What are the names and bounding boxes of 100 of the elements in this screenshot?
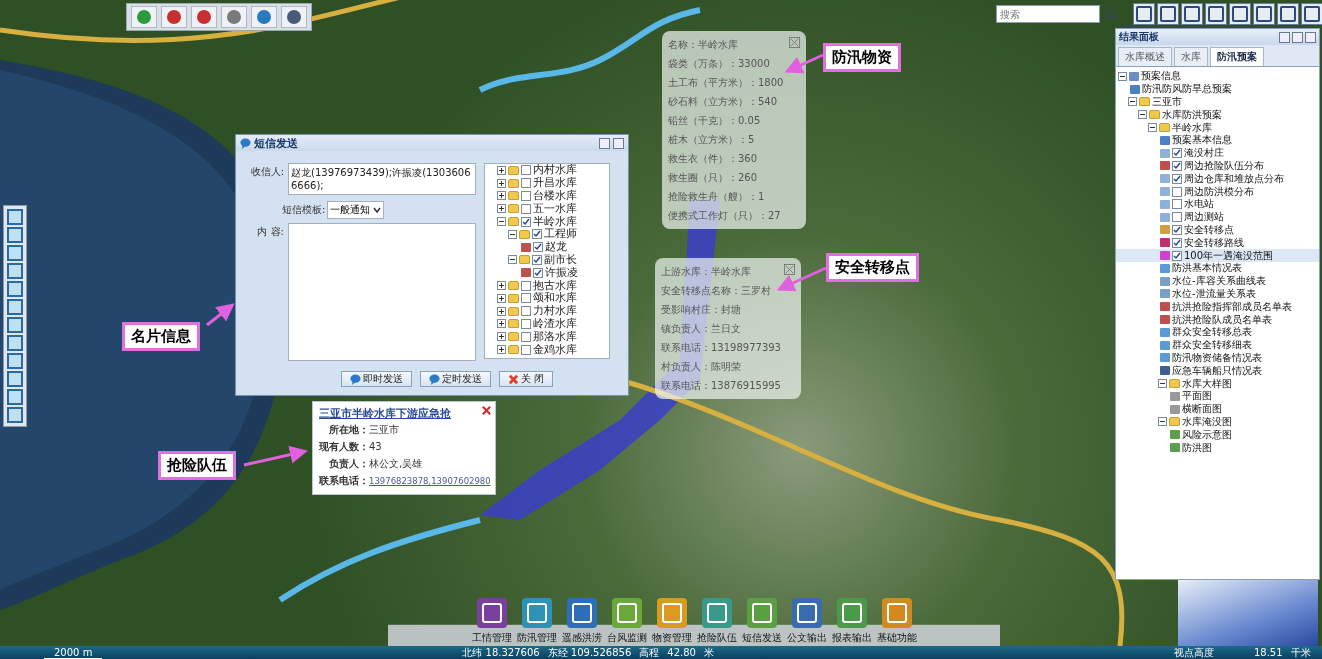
recipients-field[interactable]: 赵龙(13976973439);许振凌(13036066666);: [288, 163, 476, 195]
tool-icon[interactable]: [6, 263, 24, 279]
checkbox[interactable]: [1172, 173, 1182, 184]
tree-item[interactable]: 防汛防风防旱总预案: [1142, 82, 1232, 97]
tree-item[interactable]: 抱古水库: [533, 278, 577, 293]
toolbar-icon[interactable]: [1181, 3, 1203, 25]
tree-item[interactable]: 风险示意图: [1182, 427, 1232, 442]
dialog-button[interactable]: 关 闭: [498, 371, 554, 387]
tree-item[interactable]: 周边测站: [1184, 210, 1224, 225]
toolbar-icon[interactable]: [1301, 3, 1322, 25]
tree-item[interactable]: 许振凌: [545, 265, 578, 280]
toolbar-icon[interactable]: [281, 6, 307, 28]
search-field[interactable]: 搜索: [996, 5, 1100, 23]
tree-item[interactable]: 那洛水库: [533, 329, 577, 344]
tool-icon[interactable]: [6, 353, 24, 369]
checkbox[interactable]: [1172, 212, 1182, 223]
tree-item[interactable]: 预案基本信息: [1172, 133, 1232, 148]
tree-item[interactable]: 平面图: [1182, 389, 1212, 404]
checkbox[interactable]: [532, 254, 542, 265]
tool-icon[interactable]: [6, 371, 24, 387]
tool-icon[interactable]: [6, 299, 24, 315]
dock-item[interactable]: 短信发送: [739, 598, 784, 646]
checkbox[interactable]: [1172, 148, 1182, 159]
tree-item[interactable]: 半岭水库: [533, 214, 577, 229]
dock-item[interactable]: 防汛管理: [514, 598, 559, 646]
dialog-button[interactable]: 定时发送: [419, 371, 491, 387]
toolbar-icon[interactable]: [1205, 3, 1227, 25]
tree-item[interactable]: 周边仓库和堆放点分布: [1184, 171, 1284, 186]
tree-item[interactable]: 水库大样图: [1182, 376, 1232, 391]
toolbar-icon[interactable]: [221, 6, 247, 28]
tool-icon[interactable]: [6, 245, 24, 261]
tool-icon[interactable]: [6, 227, 24, 243]
toolbar-icon[interactable]: [251, 6, 277, 28]
tool-icon[interactable]: [6, 407, 24, 423]
tree-item[interactable]: 水位-库容关系曲线表: [1172, 274, 1266, 289]
checkbox[interactable]: [533, 242, 543, 253]
tree-item[interactable]: 应急车辆船只情况表: [1172, 363, 1262, 378]
tree-item[interactable]: 内村水库: [533, 164, 577, 178]
tree-item[interactable]: 颂和水库: [533, 291, 577, 306]
checkbox[interactable]: [1172, 224, 1182, 235]
toolbar-icon[interactable]: [131, 6, 157, 28]
tree-item[interactable]: 升昌水库: [533, 176, 577, 191]
tree-item[interactable]: 群众安全转移总表: [1172, 325, 1252, 340]
tree-item[interactable]: 安全转移点: [1184, 222, 1234, 237]
tree-item[interactable]: 五一水库: [533, 201, 577, 216]
checkbox[interactable]: [521, 306, 531, 317]
toolbar-icon[interactable]: [1133, 3, 1155, 25]
tool-icon[interactable]: [6, 209, 24, 225]
toolbar-icon[interactable]: [1157, 3, 1179, 25]
dock-item[interactable]: 公文输出: [784, 598, 829, 646]
tree-item[interactable]: 抗洪抢险指挥部成员名单表: [1172, 299, 1292, 314]
toolbar-icon[interactable]: [191, 6, 217, 28]
tree-item[interactable]: 金鸡水库: [533, 342, 577, 357]
tree-item[interactable]: 淹没村庄: [1184, 146, 1224, 161]
checkbox[interactable]: [521, 344, 531, 355]
tree-item[interactable]: 半岭水库: [1172, 120, 1212, 135]
checkbox[interactable]: [533, 267, 543, 278]
checkbox[interactable]: [521, 216, 531, 227]
checkbox[interactable]: [521, 331, 531, 342]
tree-item[interactable]: 工程师: [544, 227, 577, 242]
tree-item[interactable]: 预案信息: [1141, 69, 1181, 84]
checkbox[interactable]: [521, 203, 531, 214]
tree-item[interactable]: 赵龙: [545, 240, 567, 255]
checkbox[interactable]: [1172, 199, 1182, 210]
tree-item[interactable]: 防汛物资储备情况表: [1172, 350, 1262, 365]
close-icon[interactable]: [613, 137, 624, 149]
checkbox[interactable]: [521, 293, 531, 304]
tree-item[interactable]: 防洪基本情况表: [1172, 261, 1242, 276]
toolbar-icon[interactable]: [1253, 3, 1275, 25]
tool-icon[interactable]: [6, 389, 24, 405]
checkbox[interactable]: [1172, 160, 1182, 171]
dock-item[interactable]: 工情管理: [469, 598, 514, 646]
toolbar-icon[interactable]: [1229, 3, 1251, 25]
dock-item[interactable]: 遥感洪涝: [559, 598, 604, 646]
tree-item[interactable]: 力村水库: [533, 304, 577, 319]
tree-item[interactable]: 周边防洪模分布: [1184, 184, 1254, 199]
panel-tab[interactable]: 水库概述: [1118, 47, 1172, 66]
checkbox[interactable]: [521, 191, 531, 201]
tree-item[interactable]: 水电站: [1184, 197, 1214, 212]
tree-item[interactable]: 台楼水库: [533, 189, 577, 203]
dock-item[interactable]: 抢险队伍: [694, 598, 739, 646]
tree-item[interactable]: 群众安全转移细表: [1172, 338, 1252, 353]
tree-item[interactable]: 岭渣水库: [533, 316, 577, 331]
panel-tab[interactable]: 水库: [1174, 47, 1208, 66]
checkbox[interactable]: [1172, 186, 1182, 197]
content-field[interactable]: [288, 223, 476, 361]
tree-item[interactable]: 三亚市: [1152, 95, 1182, 109]
template-dropdown[interactable]: 一般通知: [327, 201, 385, 219]
tree-item[interactable]: 横断面图: [1182, 402, 1222, 417]
close-icon[interactable]: [481, 405, 492, 416]
tree-item[interactable]: 抗洪抢险队成员名单表: [1172, 312, 1272, 327]
dock-item[interactable]: 物资管理: [649, 598, 694, 646]
dialog-button[interactable]: 即时发送: [340, 371, 412, 387]
tree-item[interactable]: 水位-泄流量关系表: [1172, 286, 1256, 301]
panel-tab[interactable]: 防汛预案: [1210, 47, 1264, 66]
tool-icon[interactable]: [6, 281, 24, 297]
close-icon[interactable]: [789, 37, 800, 48]
tree-item[interactable]: 安全转移路线: [1184, 235, 1244, 250]
toolbar-icon[interactable]: [161, 6, 187, 28]
close-icon[interactable]: [784, 264, 795, 275]
